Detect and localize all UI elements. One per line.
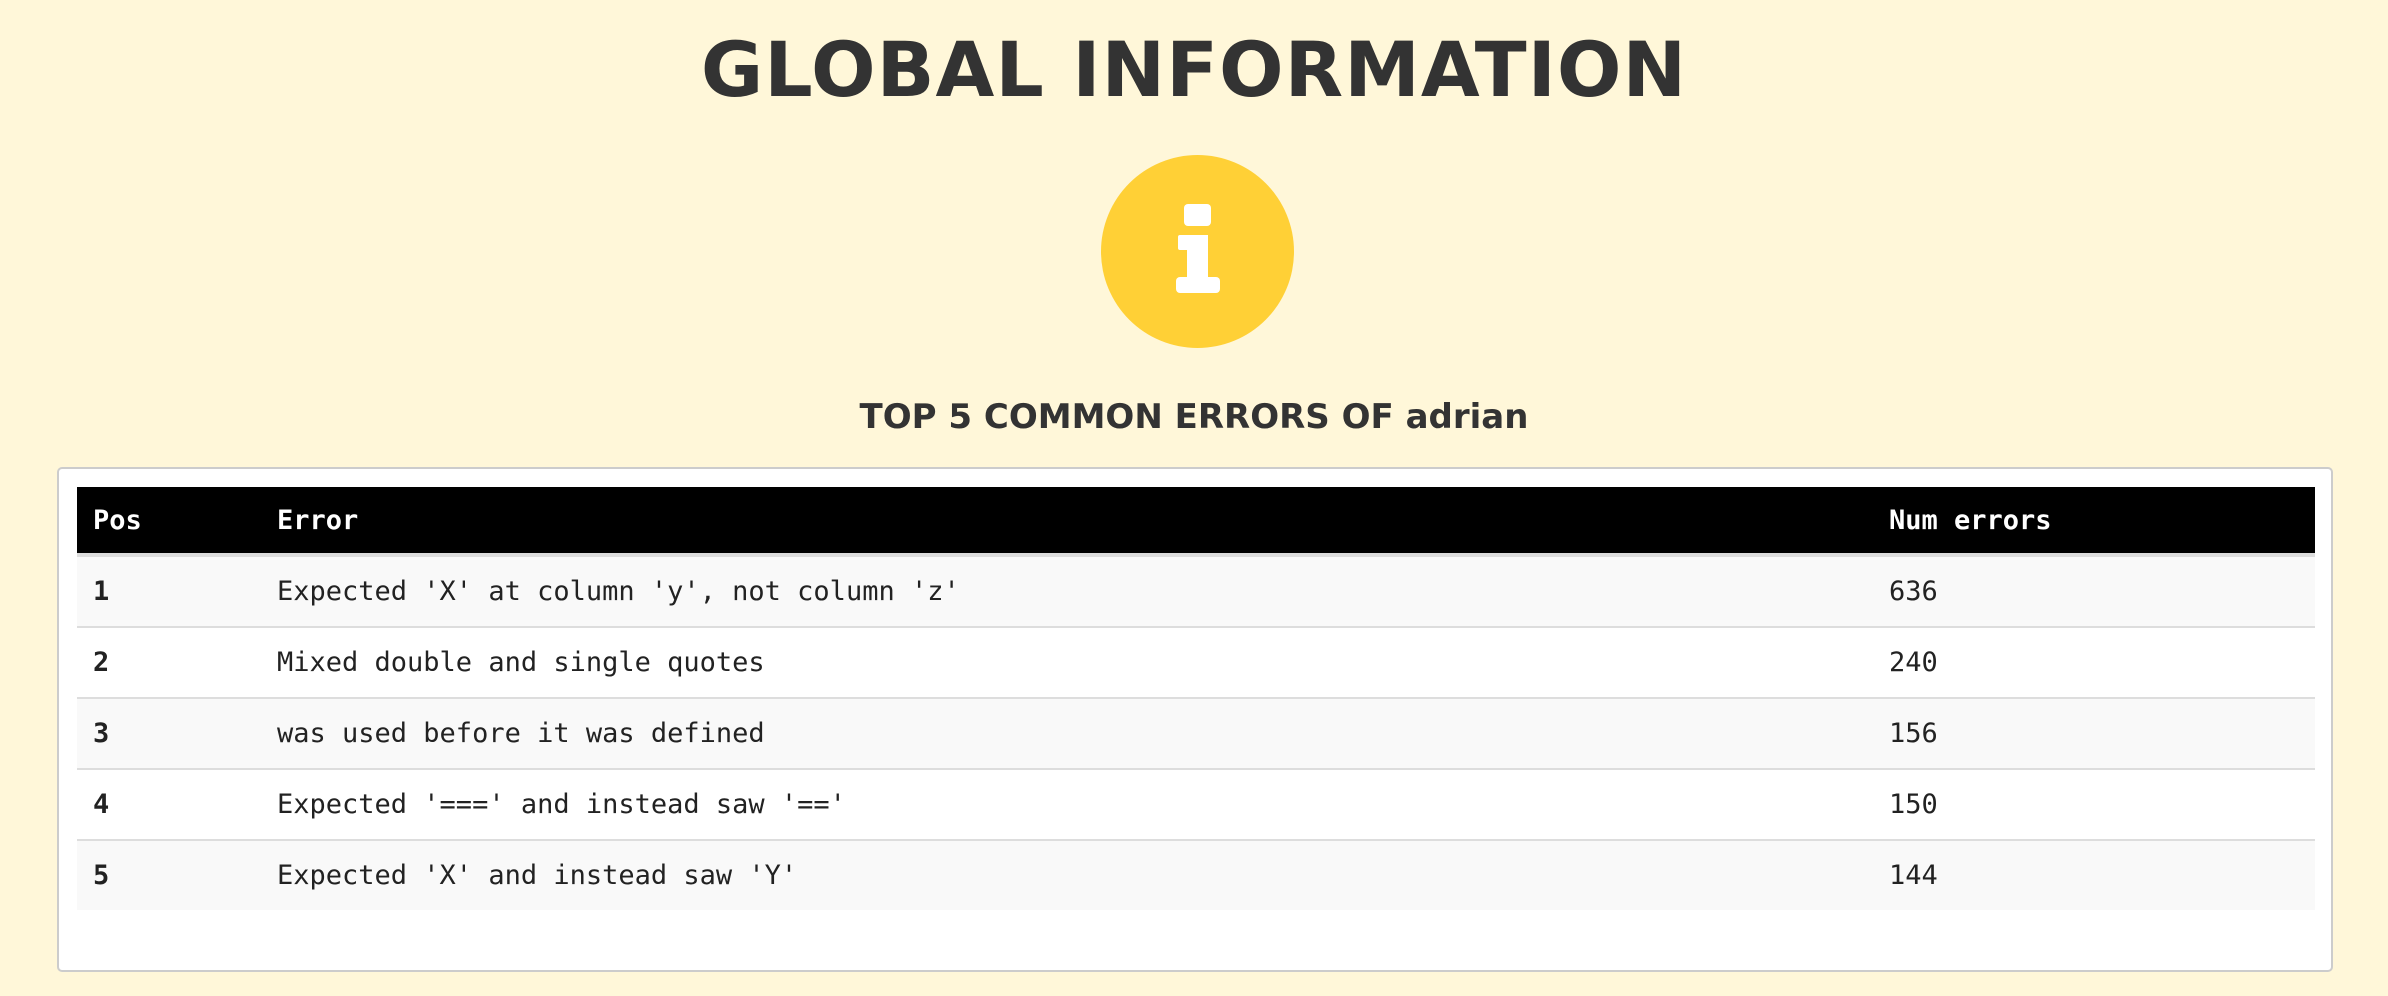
table-row: 2 Mixed double and single quotes 240	[77, 626, 2315, 698]
column-header-error: Error	[261, 487, 1873, 557]
info-icon	[1101, 155, 1294, 348]
row-pos: 3	[77, 697, 261, 769]
row-error: was used before it was defined	[261, 697, 1873, 769]
section-subtitle: TOP 5 COMMON ERRORS OF adrian	[859, 397, 1529, 437]
row-num-errors: 156	[1873, 697, 2315, 769]
column-header-num-errors: Num errors	[1873, 487, 2315, 557]
table-row: 5 Expected 'X' and instead saw 'Y' 144	[77, 839, 2315, 910]
row-pos: 2	[77, 626, 261, 698]
row-error: Expected 'X' and instead saw 'Y'	[261, 839, 1873, 910]
errors-table: Pos Error Num errors 1 Expected 'X' at c…	[77, 487, 2315, 910]
table-row: 1 Expected 'X' at column 'y', not column…	[77, 555, 2315, 627]
table-row: 3 was used before it was defined 156	[77, 697, 2315, 769]
row-num-errors: 144	[1873, 839, 2315, 910]
row-num-errors: 150	[1873, 768, 2315, 840]
row-num-errors: 240	[1873, 626, 2315, 698]
row-pos: 4	[77, 768, 261, 840]
page-title: GLOBAL INFORMATION	[700, 25, 1688, 114]
row-pos: 5	[77, 839, 261, 910]
errors-table-panel: Pos Error Num errors 1 Expected 'X' at c…	[57, 467, 2333, 972]
row-pos: 1	[93, 576, 110, 607]
row-error: Expected '===' and instead saw '=='	[261, 768, 1873, 840]
row-error: Expected 'X' at column 'y', not column '…	[277, 576, 960, 607]
row-error: Mixed double and single quotes	[261, 626, 1873, 698]
column-header-pos: Pos	[77, 487, 261, 557]
table-header-row: Pos Error Num errors	[77, 487, 2315, 557]
row-num-errors: 636	[1889, 576, 1938, 607]
table-row: 4 Expected '===' and instead saw '==' 15…	[77, 768, 2315, 840]
